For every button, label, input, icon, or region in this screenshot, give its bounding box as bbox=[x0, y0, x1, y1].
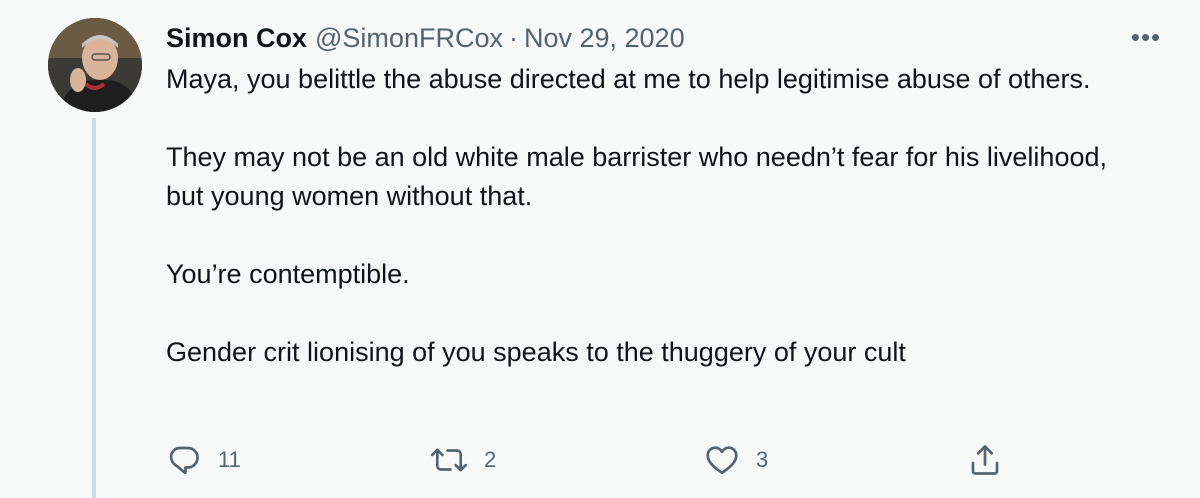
tweet-paragraph: They may not be an old white male barris… bbox=[166, 142, 1107, 211]
share-button[interactable] bbox=[967, 438, 1003, 482]
tweet-actions: 11 2 3 bbox=[166, 438, 1006, 482]
reply-count: 11 bbox=[218, 447, 241, 472]
reply-button[interactable]: 11 bbox=[166, 438, 241, 482]
like-button[interactable]: 3 bbox=[704, 438, 768, 482]
more-options-button[interactable]: ••• bbox=[1128, 22, 1164, 52]
retweet-button[interactable]: 2 bbox=[430, 438, 496, 482]
author-name[interactable]: Simon Cox bbox=[166, 23, 307, 54]
more-icon: ••• bbox=[1130, 21, 1162, 52]
tweet-text: Maya, you belittle the abuse directed at… bbox=[166, 60, 1126, 372]
tweet-paragraph: Maya, you belittle the abuse directed at… bbox=[166, 64, 1091, 94]
retweet-count: 2 bbox=[484, 447, 497, 472]
tweet-date[interactable]: Nov 29, 2020 bbox=[524, 23, 685, 54]
share-icon bbox=[967, 442, 1003, 478]
avatar[interactable] bbox=[48, 18, 142, 112]
header-separator: · bbox=[508, 22, 518, 53]
thread-line bbox=[92, 118, 96, 498]
like-count: 3 bbox=[756, 447, 769, 472]
author-handle[interactable]: @SimonFRCox bbox=[315, 23, 503, 54]
reply-icon bbox=[166, 442, 202, 478]
avatar-photo bbox=[48, 18, 142, 112]
tweet-header: Simon Cox @SimonFRCox · Nov 29, 2020 bbox=[166, 18, 685, 58]
tweet-paragraph: You’re contemptible. bbox=[166, 259, 410, 289]
retweet-icon bbox=[430, 442, 468, 478]
tweet-paragraph: Gender crit lionising of you speaks to t… bbox=[166, 337, 906, 367]
like-icon bbox=[704, 442, 740, 478]
